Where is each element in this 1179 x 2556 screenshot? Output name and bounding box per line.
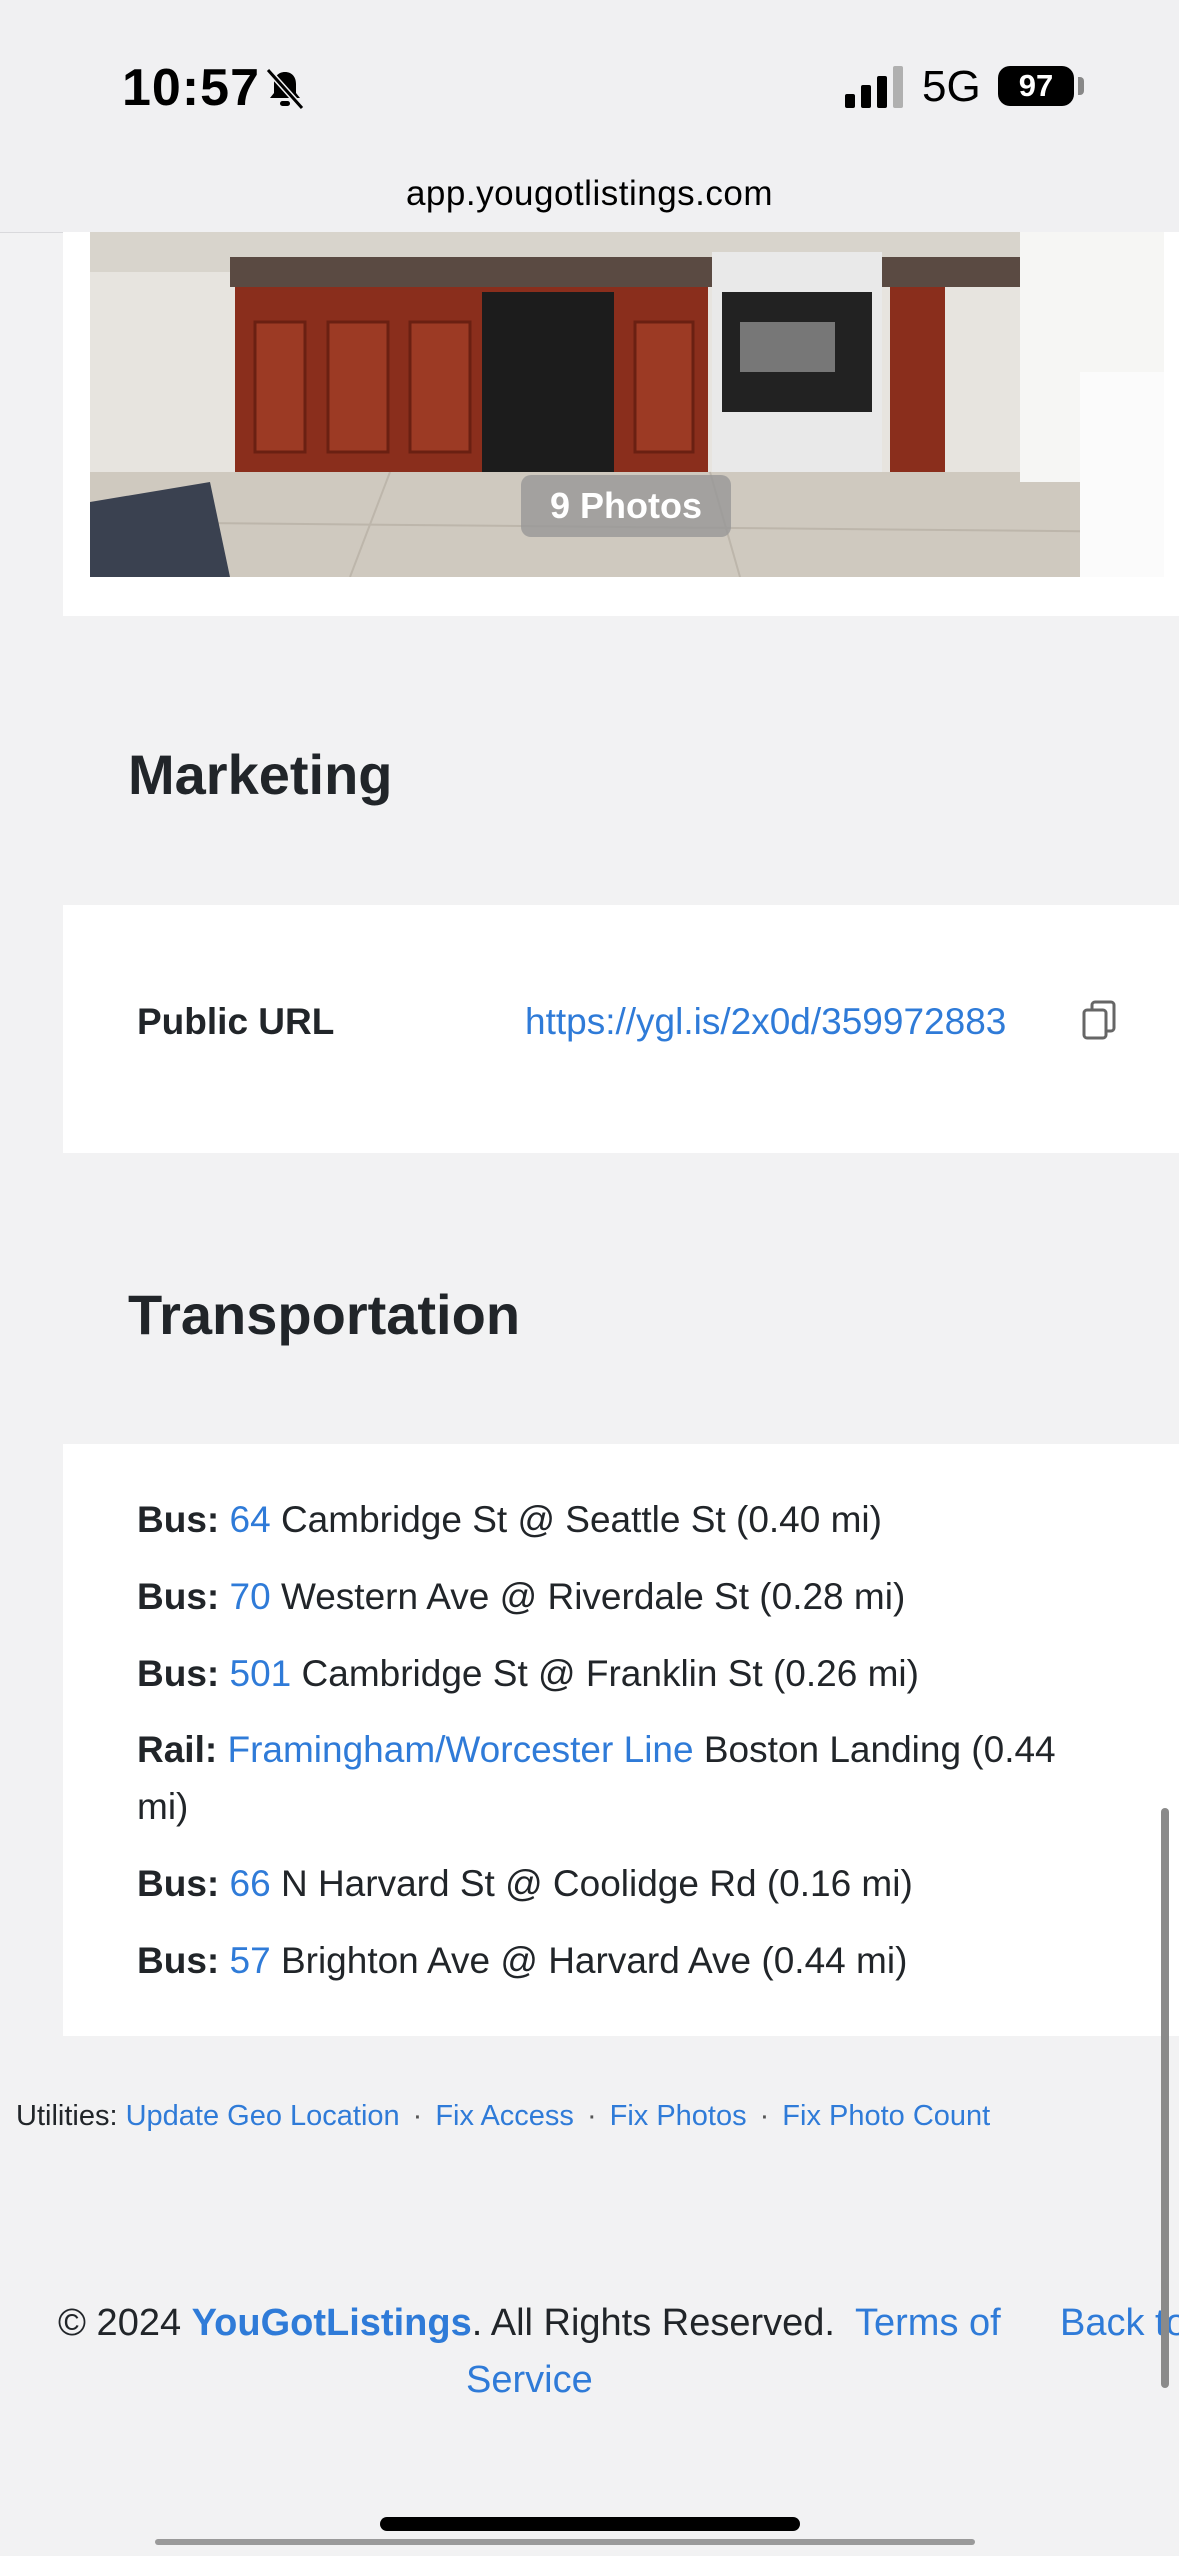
terms-link-continued[interactable]: Service [466,2359,593,2402]
transit-type: Rail: [137,1729,218,1770]
update-geo-location-link[interactable]: Update Geo Location [126,2100,400,2132]
clock: 10:57 [122,59,260,117]
transit-line-link[interactable]: 66 [230,1863,271,1904]
transit-item: Rail: Framingham/Worcester Line Boston L… [137,1721,1117,1835]
public-url-label: Public URL [137,1001,335,1042]
transit-type: Bus: [137,1863,220,1904]
marketing-heading: Marketing [128,743,393,806]
home-indicator[interactable] [380,2517,800,2531]
photo-count-badge[interactable]: 9 Photos [521,475,731,537]
scrollbar[interactable] [1161,1808,1169,2388]
transit-line-link[interactable]: 57 [230,1940,271,1981]
transit-type: Bus: [137,1653,220,1694]
transit-line-link[interactable]: Framingham/Worcester Line [227,1729,693,1770]
transportation-heading: Transportation [128,1283,521,1346]
transit-item: Bus: 57 Brighton Ave @ Harvard Ave (0.44… [137,1932,1117,1989]
transit-item: Bus: 70 Western Ave @ Riverdale St (0.28… [137,1568,1117,1625]
status-bar: 10:57 5G 97 app.yougotlistings.com [0,0,1179,233]
transit-stop: Cambridge St @ Seattle St (0.40 mi) [280,1499,882,1540]
separator: · [759,2100,770,2132]
photo-card [63,232,1179,616]
transit-stop: Brighton Ave @ Harvard Ave (0.44 mi) [280,1940,908,1981]
utilities-bar: Utilities: Update Geo Location · Fix Acces… [16,2100,990,2133]
bottom-edge [155,2539,975,2545]
copyright-text: © 2024 [58,2302,182,2344]
copy-icon[interactable] [1080,1000,1120,1044]
transit-item: Bus: 64 Cambridge St @ Seattle St (0.40 … [137,1491,1117,1548]
rights-text: . All Rights Reserved. [471,2302,835,2344]
transit-stop: Cambridge St @ Franklin St (0.26 mi) [301,1653,919,1694]
transit-line-link[interactable]: 501 [230,1653,292,1694]
public-url-link[interactable]: https://ygl.is/2x0d/359972883 [525,1001,1006,1043]
transit-type: Bus: [137,1576,220,1617]
network-type: 5G [922,62,981,111]
bell-muted-icon [265,67,305,111]
transit-stop: Western Ave @ Riverdale St (0.28 mi) [280,1576,906,1617]
fix-photo-count-link[interactable]: Fix Photo Count [782,2100,990,2132]
transit-line-link[interactable]: 64 [230,1499,271,1540]
separator: · [586,2100,597,2132]
transit-item: Bus: 501 Cambridge St @ Franklin St (0.2… [137,1645,1117,1702]
footer-copyright: © 2024 YouGotListings. All Rights Reserv… [58,2302,835,2345]
utilities-label: Utilities: [16,2100,118,2132]
battery-tip [1078,77,1084,95]
transit-type: Bus: [137,1940,220,1981]
marketing-card: Public URL https://ygl.is/2x0d/359972883 [63,905,1179,1153]
address-bar[interactable]: app.yougotlistings.com [0,174,1179,214]
transit-type: Bus: [137,1499,220,1540]
signal-icon [845,66,903,108]
transit-stop: N Harvard St @ Coolidge Rd (0.16 mi) [280,1863,913,1904]
terms-link[interactable]: Terms of [855,2302,1001,2345]
battery-icon: 97 [998,66,1074,106]
brand-link[interactable]: YouGotListings [192,2302,472,2344]
transit-line-link[interactable]: 70 [230,1576,271,1617]
fix-photos-link[interactable]: Fix Photos [610,2100,747,2132]
transit-item: Bus: 66 N Harvard St @ Coolidge Rd (0.16… [137,1855,1117,1912]
separator: · [412,2100,423,2132]
fix-access-link[interactable]: Fix Access [435,2100,574,2132]
